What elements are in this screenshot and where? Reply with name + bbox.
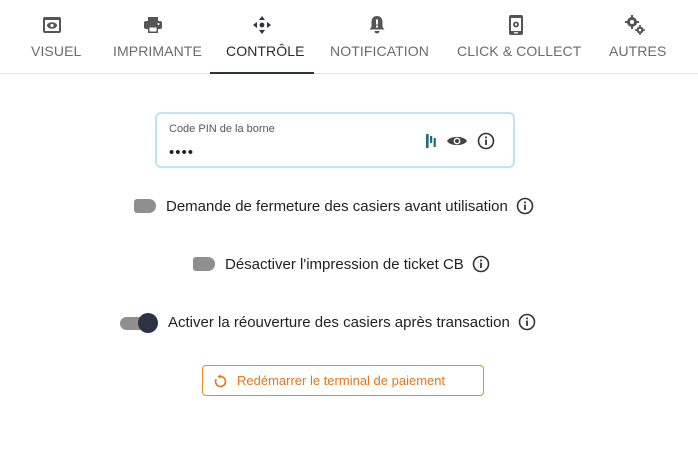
bell-alert-icon: [366, 14, 388, 36]
pin-code-label: Code PIN de la borne: [169, 123, 275, 135]
option-row-fermeture-casiers: Demande de fermeture des casiers avant u…: [134, 194, 534, 218]
tab-bar: VISUEL IMPRIMANTE CONTRÔLE NOTIFICATION …: [0, 0, 698, 74]
pin-info-icon[interactable]: [477, 132, 495, 150]
option-label: Demande de fermeture des casiers avant u…: [166, 197, 508, 215]
toggle-reouverture-casiers[interactable]: [120, 313, 158, 333]
tab-imprimante[interactable]: IMPRIMANTE: [112, 0, 202, 73]
monitor-eye-icon: [41, 14, 63, 36]
tab-label: IMPRIMANTE: [113, 43, 202, 59]
pin-field-actions: [425, 132, 495, 150]
gears-icon: [624, 14, 646, 36]
option-label: Activer la réouverture des casiers après…: [168, 313, 510, 331]
tab-label: CONTRÔLE: [226, 43, 305, 59]
tab-click-collect[interactable]: CLICK & COLLECT: [456, 0, 581, 73]
option-row-reouverture-casiers: Activer la réouverture des casiers après…: [120, 310, 536, 334]
info-icon[interactable]: [518, 313, 536, 331]
show-password-eye-icon[interactable]: [446, 134, 468, 148]
tab-autres[interactable]: AUTRES: [608, 0, 666, 73]
tab-label: NOTIFICATION: [330, 43, 429, 59]
password-manager-icon[interactable]: [425, 133, 437, 149]
tab-label: AUTRES: [609, 43, 667, 59]
tab-label: VISUEL: [31, 43, 82, 59]
option-row-impression-ticket: Désactiver l'impression de ticket CB: [193, 252, 490, 276]
restart-icon: [213, 374, 228, 389]
option-label: Désactiver l'impression de ticket CB: [225, 255, 464, 273]
restart-payment-terminal-button[interactable]: Redémarrer le terminal de paiement: [202, 365, 484, 396]
tab-label: CLICK & COLLECT: [457, 43, 582, 59]
pin-code-field[interactable]: Code PIN de la borne ••••: [155, 112, 515, 168]
tab-controle[interactable]: CONTRÔLE: [210, 0, 314, 74]
phone-settings-icon: [505, 14, 527, 36]
pin-code-input[interactable]: ••••: [169, 144, 194, 161]
info-icon[interactable]: [516, 197, 534, 215]
toggle-impression-ticket[interactable]: [193, 257, 215, 271]
tab-notification[interactable]: NOTIFICATION: [328, 0, 429, 73]
info-icon[interactable]: [472, 255, 490, 273]
toggle-fermeture-casiers[interactable]: [134, 199, 156, 213]
move-arrows-icon: [251, 14, 273, 36]
printer-icon: [142, 14, 164, 36]
tab-visuel[interactable]: VISUEL: [28, 0, 81, 73]
restart-button-label: Redémarrer le terminal de paiement: [237, 373, 446, 388]
